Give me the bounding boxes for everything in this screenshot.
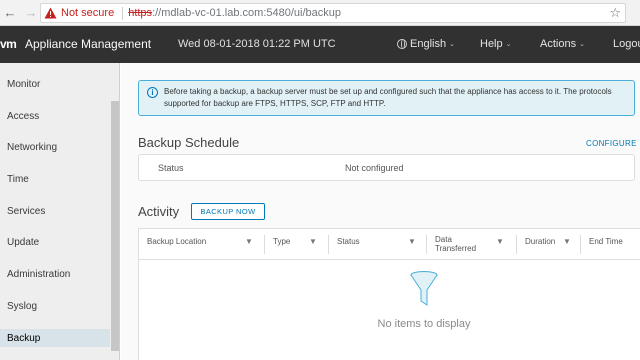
globe-icon: [397, 39, 407, 49]
column-label: End Time: [589, 237, 623, 246]
star-icon[interactable]: ☆: [609, 5, 621, 21]
configure-button[interactable]: CONFIGURE: [586, 139, 637, 148]
back-icon[interactable]: ←: [2, 5, 18, 21]
column-backup-location[interactable]: Backup Location ▼: [139, 229, 265, 260]
info-alert-text: Before taking a backup, a backup server …: [164, 87, 612, 108]
column-label: Data Transferred: [435, 235, 477, 253]
language-label: English: [410, 38, 447, 50]
forward-icon[interactable]: →: [23, 5, 39, 21]
sidebar-scrollbar[interactable]: [111, 101, 119, 351]
filter-icon[interactable]: ▼: [496, 237, 504, 246]
filter-icon[interactable]: ▼: [309, 237, 317, 246]
security-status[interactable]: Not secure: [61, 7, 114, 19]
actions-label: Actions: [540, 38, 577, 50]
sidebar-item-access[interactable]: Access: [0, 107, 110, 125]
app-header: vm Appliance Management Wed 08-01-2018 0…: [0, 26, 640, 63]
url-divider: [122, 6, 124, 20]
sidebar-item-monitor[interactable]: Monitor: [0, 75, 110, 93]
column-data-transferred[interactable]: Data Transferred ▼: [427, 229, 517, 260]
info-icon: i: [147, 87, 158, 98]
logout-label: Logou: [613, 38, 640, 50]
browser-toolbar: ← → ↻ Not secure https://mdlab-vc-01.lab…: [0, 0, 640, 26]
url-text[interactable]: https://mdlab-vc-01.lab.com:5480/ui/back…: [128, 7, 341, 19]
activity-datagrid: Backup Location ▼ Type ▼ Status ▼ Data T…: [138, 228, 640, 360]
language-menu[interactable]: English ⌄: [397, 38, 455, 50]
schedule-status-label: Status: [158, 163, 184, 173]
logout-link[interactable]: Logou: [613, 38, 640, 50]
sidebar-item-administration[interactable]: Administration: [0, 265, 110, 283]
empty-state-text: No items to display: [377, 318, 471, 330]
help-label: Help: [480, 38, 503, 50]
sidebar-item-backup[interactable]: Backup: [0, 329, 110, 347]
column-status[interactable]: Status ▼: [329, 229, 427, 260]
sidebar-item-networking[interactable]: Networking: [0, 138, 110, 156]
column-end-time[interactable]: End Time: [581, 229, 640, 260]
sidebar-item-update[interactable]: Update: [0, 233, 110, 251]
backup-schedule-title: Backup Schedule: [138, 135, 240, 150]
chevron-down-icon: ⌄: [449, 41, 455, 48]
help-menu[interactable]: Help ⌄: [480, 38, 512, 50]
app-title: Appliance Management: [25, 37, 152, 51]
address-bar[interactable]: Not secure https://mdlab-vc-01.lab.com:5…: [40, 3, 626, 23]
schedule-card: Status Not configured: [138, 154, 635, 181]
column-label: Backup Location: [147, 237, 207, 246]
url-path: ://mdlab-vc-01.lab.com:5480/ui/backup: [152, 7, 341, 19]
datagrid-header: Backup Location ▼ Type ▼ Status ▼ Data T…: [139, 229, 640, 260]
sidebar-item-services[interactable]: Services: [0, 202, 110, 220]
column-label: Type: [273, 237, 291, 246]
filter-icon[interactable]: ▼: [408, 237, 416, 246]
header-datetime: Wed 08-01-2018 01:22 PM UTC: [178, 38, 336, 50]
sidebar: Monitor Access Networking Time Services …: [0, 63, 120, 360]
activity-title: Activity: [138, 204, 180, 219]
column-label: Status: [337, 237, 360, 246]
actions-menu[interactable]: Actions ⌄: [540, 38, 585, 50]
sidebar-item-syslog[interactable]: Syslog: [0, 297, 110, 315]
sidebar-item-time[interactable]: Time: [0, 170, 110, 188]
url-scheme: https: [128, 7, 153, 19]
backup-now-button[interactable]: BACKUP NOW: [191, 203, 265, 220]
info-alert: i Before taking a backup, a backup serve…: [138, 80, 635, 116]
column-label: Duration: [525, 237, 556, 246]
chevron-down-icon: ⌄: [579, 41, 585, 48]
schedule-status-value: Not configured: [345, 163, 404, 173]
funnel-icon: [409, 271, 439, 314]
vmware-logo: vm: [0, 37, 17, 51]
warning-icon: [44, 7, 58, 19]
main-content: i Before taking a backup, a backup serve…: [121, 63, 640, 360]
filter-icon[interactable]: ▼: [245, 237, 253, 246]
column-type[interactable]: Type ▼: [265, 229, 329, 260]
filter-icon[interactable]: ▼: [563, 237, 571, 246]
column-duration[interactable]: Duration ▼: [517, 229, 581, 260]
chevron-down-icon: ⌄: [505, 41, 512, 48]
